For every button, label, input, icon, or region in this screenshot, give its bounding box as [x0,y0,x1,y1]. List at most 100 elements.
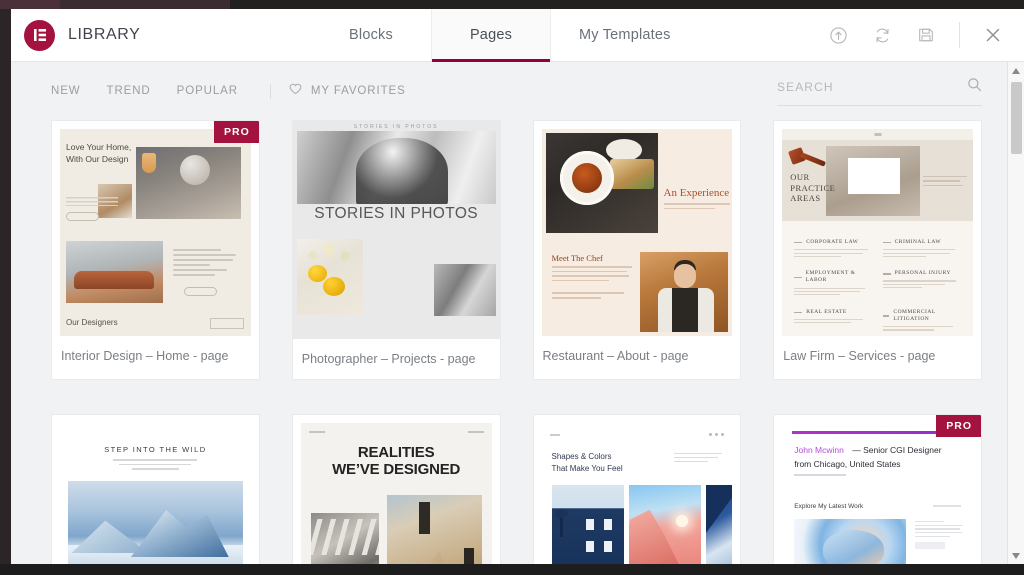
thumb-eyebrow: STORIES IN PHOTOS [353,124,439,130]
scrollbar-thumb[interactable] [1010,82,1022,154]
template-card[interactable]: REALITIES WE’VE DESIGNED [291,414,501,564]
thumb-footer-text: Our Designers [66,318,118,327]
filter-my-favorites[interactable]: MY FAVORITES [289,82,406,100]
thumb-text-lines [66,197,118,206]
thumb-image [296,239,363,315]
scrollbar-track[interactable] [1008,79,1024,547]
template-thumbnail-box: STEP INTO THE WILD [52,415,259,564]
thumb-areas-grid: CORPORATE LAW CRIMINAL LAW EMPLOYMENT & … [782,225,973,336]
template-thumbnail: STORIES IN PHOTOS STORIES IN PHOTOS [292,121,500,339]
upload-circle-icon[interactable] [827,24,849,46]
tab-pages[interactable]: Pages [431,9,551,62]
search-input[interactable] [777,79,967,94]
thumb-heading: REALITIES WE’VE DESIGNED [332,444,461,478]
tab-blocks[interactable]: Blocks [311,9,431,61]
template-card[interactable]: STORIES IN PHOTOS STORIES IN PHOTOS Phot… [291,120,501,380]
thumb-heading: Love Your Home, With Our Design [66,142,132,165]
header-actions [827,9,1024,61]
page-title: LIBRARY [68,26,141,43]
template-card[interactable]: Shapes & Colors That Make You Feel [532,414,742,564]
thumb-text-lines [674,453,723,465]
filter-toolbar: NEW TREND POPULAR MY FAVORITES [11,62,1024,120]
thumb-button [184,287,217,296]
thumb-text-lines [663,203,730,212]
template-thumbnail: REALITIES WE’VE DESIGNED [300,423,492,564]
template-card[interactable]: STEP INTO THE WILD [51,414,260,564]
thumb-image: OUR PRACTICE AREAS [782,140,973,221]
thumb-nav [549,433,725,436]
template-title: Interior Design – Home - page [61,349,229,363]
close-x-icon[interactable] [982,24,1004,46]
template-thumbnail: An Experience Meet The Chef [541,129,733,336]
thumb-subline [794,474,847,476]
backdrop-top-strip-accent [0,0,60,9]
filter-group: NEW TREND POPULAR MY FAVORITES [51,81,406,101]
thumb-heading: OUR PRACTICE AREAS [790,172,836,204]
thumb-area-item: COMMERCIAL LITIGATION [882,309,961,333]
template-thumbnail: Love Your Home, With Our Design Our Desi… [60,129,251,336]
template-card[interactable]: PRO John Mcwinn — Senior CGI Designer fr… [773,414,982,564]
header-divider [959,22,960,48]
thumb-button [209,318,244,329]
thumb-image [545,133,658,233]
template-title: Restaurant – About - page [542,349,689,363]
tab-my-templates[interactable]: My Templates [551,9,699,61]
thumb-text-lines [113,459,198,473]
modal-tabs: Blocks Pages My Templates [311,9,699,62]
elementor-logo-icon [24,19,55,51]
thumb-heading: STORIES IN PHOTOS [314,205,479,222]
refresh-icon[interactable] [871,24,893,46]
thumb-image [296,131,496,204]
thumb-text-lines [551,266,634,302]
thumb-area-item: REAL ESTATE [794,309,872,333]
thumb-image [628,485,701,564]
vertical-scrollbar[interactable] [1007,62,1024,564]
template-card[interactable]: An Experience Meet The Chef Restaurant –… [532,120,742,380]
thumb-image [794,519,907,564]
thumb-image-row [551,485,733,564]
template-thumbnail-box: OUR PRACTICE AREAS CORPORATE LAW CRIMINAL … [774,121,981,336]
thumb-heading: Meet The Chef [551,253,603,263]
thumb-area-item: EMPLOYMENT & LABOR [794,270,872,297]
floppy-disk-icon[interactable] [915,24,937,46]
thumb-image [68,481,243,564]
search-box [777,77,982,106]
thumb-topbar [782,129,973,140]
thumb-heading: STEP INTO THE WILD [104,445,207,454]
templates-scroll-area[interactable]: PRO Love Your Home, With Our Design Our … [11,120,1024,564]
scroll-down-arrow-icon[interactable] [1008,547,1024,564]
my-favorites-label: MY FAVORITES [310,85,406,97]
filter-new[interactable]: NEW [51,81,95,101]
template-thumbnail: STEP INTO THE WILD [60,423,251,564]
thumb-image [433,264,496,316]
template-thumbnail-box: An Experience Meet The Chef [534,121,741,336]
thumb-nav [308,431,484,433]
brand: LIBRARY [11,9,311,61]
filter-trend[interactable]: TREND [107,81,165,101]
template-title: Law Firm – Services - page [783,349,936,363]
template-card[interactable]: OUR PRACTICE AREAS CORPORATE LAW CRIMINAL … [773,120,982,380]
thumb-section-link [933,505,961,507]
modal-header: LIBRARY Blocks Pages My Templates [11,9,1024,62]
heart-icon [289,82,302,100]
thumb-image [551,485,624,564]
template-thumbnail-box: Shapes & Colors That Make You Feel [534,415,741,564]
template-thumbnail-box: REALITIES WE’VE DESIGNED [293,415,500,564]
templates-grid: PRO Love Your Home, With Our Design Our … [51,120,982,564]
template-thumbnail-box: PRO Love Your Home, With Our Design Our … [52,121,259,336]
thumb-heading: An Experience [663,187,730,199]
template-thumbnail-box: PRO John Mcwinn — Senior CGI Designer fr… [774,415,981,564]
thumb-image [705,485,733,564]
thumb-image [136,147,241,219]
thumb-area-item: CRIMINAL LAW [882,239,961,259]
thumb-location: from Chicago, United States [794,459,901,469]
search-icon[interactable] [967,77,982,97]
thumb-button [66,212,99,221]
filter-popular[interactable]: POPULAR [177,81,252,101]
backdrop-left-panel [0,9,11,565]
thumb-area-item: CORPORATE LAW [794,239,872,259]
template-thumbnail: Shapes & Colors That Make You Feel [541,423,733,564]
scroll-up-arrow-icon[interactable] [1008,62,1024,79]
thumb-text-lines [915,521,963,550]
template-card[interactable]: PRO Love Your Home, With Our Design Our … [51,120,260,380]
